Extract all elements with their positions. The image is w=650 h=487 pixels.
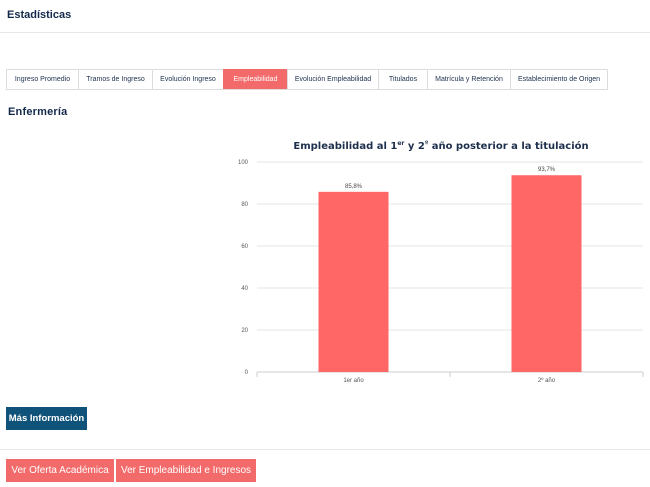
page-header: Estadísticas — [0, 0, 650, 33]
tab-ingreso-promedio[interactable]: Ingreso Promedio — [6, 69, 78, 90]
y-tick-label: 80 — [241, 202, 248, 208]
y-tick-label: 100 — [238, 160, 249, 166]
tab-empleabilidad[interactable]: Empleabilidad — [223, 69, 287, 90]
section-title: Enfermería — [8, 106, 68, 118]
bar-value-label: 85,8% — [345, 184, 363, 190]
tab-evolucion-empleabilidad[interactable]: Evolución Empleabilidad — [287, 69, 378, 90]
y-tick-label: 40 — [241, 286, 248, 292]
chart-grid — [257, 161, 643, 373]
ver-oferta-academica-button[interactable]: Ver Oferta Académica — [6, 459, 114, 482]
y-tick-label: 60 — [241, 244, 248, 250]
y-axis: 0 20 40 60 80 100 — [238, 160, 249, 376]
bar[interactable] — [511, 175, 582, 372]
chart-bars: 85,8% 93,7% — [318, 167, 582, 372]
tab-titulados[interactable]: Titulados — [378, 69, 427, 90]
page-title: Estadísticas — [7, 9, 72, 21]
chart-title: Empleabilidad al 1er y 2º año posterior … — [293, 140, 588, 152]
x-tick-label: 2º año — [538, 377, 556, 384]
x-tick-label: 1er año — [343, 378, 364, 384]
empleabilidad-chart: Empleabilidad al 1er y 2º año posterior … — [238, 140, 644, 384]
tab-evolucion-ingreso[interactable]: Evolución Ingreso — [152, 69, 223, 90]
more-info-button[interactable]: Más Información — [6, 407, 87, 430]
tab-tramos-de-ingreso[interactable]: Tramos de Ingreso — [78, 69, 152, 90]
tab-establecimiento-de-origen[interactable]: Establecimiento de Origen — [510, 69, 608, 90]
y-tick-label: 0 — [245, 370, 249, 376]
divider — [0, 449, 650, 450]
x-axis: 1er año 2º año — [256, 372, 644, 384]
bar-value-label: 93,7% — [538, 167, 556, 173]
y-tick-label: 20 — [241, 328, 248, 334]
tab-matricula-y-retencion[interactable]: Matrícula y Retención — [427, 69, 510, 90]
tab-bar: Ingreso Promedio Tramos de Ingreso Evolu… — [6, 69, 608, 90]
ver-empleabilidad-ingresos-button[interactable]: Ver Empleabilidad e Ingresos — [116, 459, 256, 482]
tab-underline — [6, 89, 607, 90]
bar[interactable] — [318, 191, 389, 372]
